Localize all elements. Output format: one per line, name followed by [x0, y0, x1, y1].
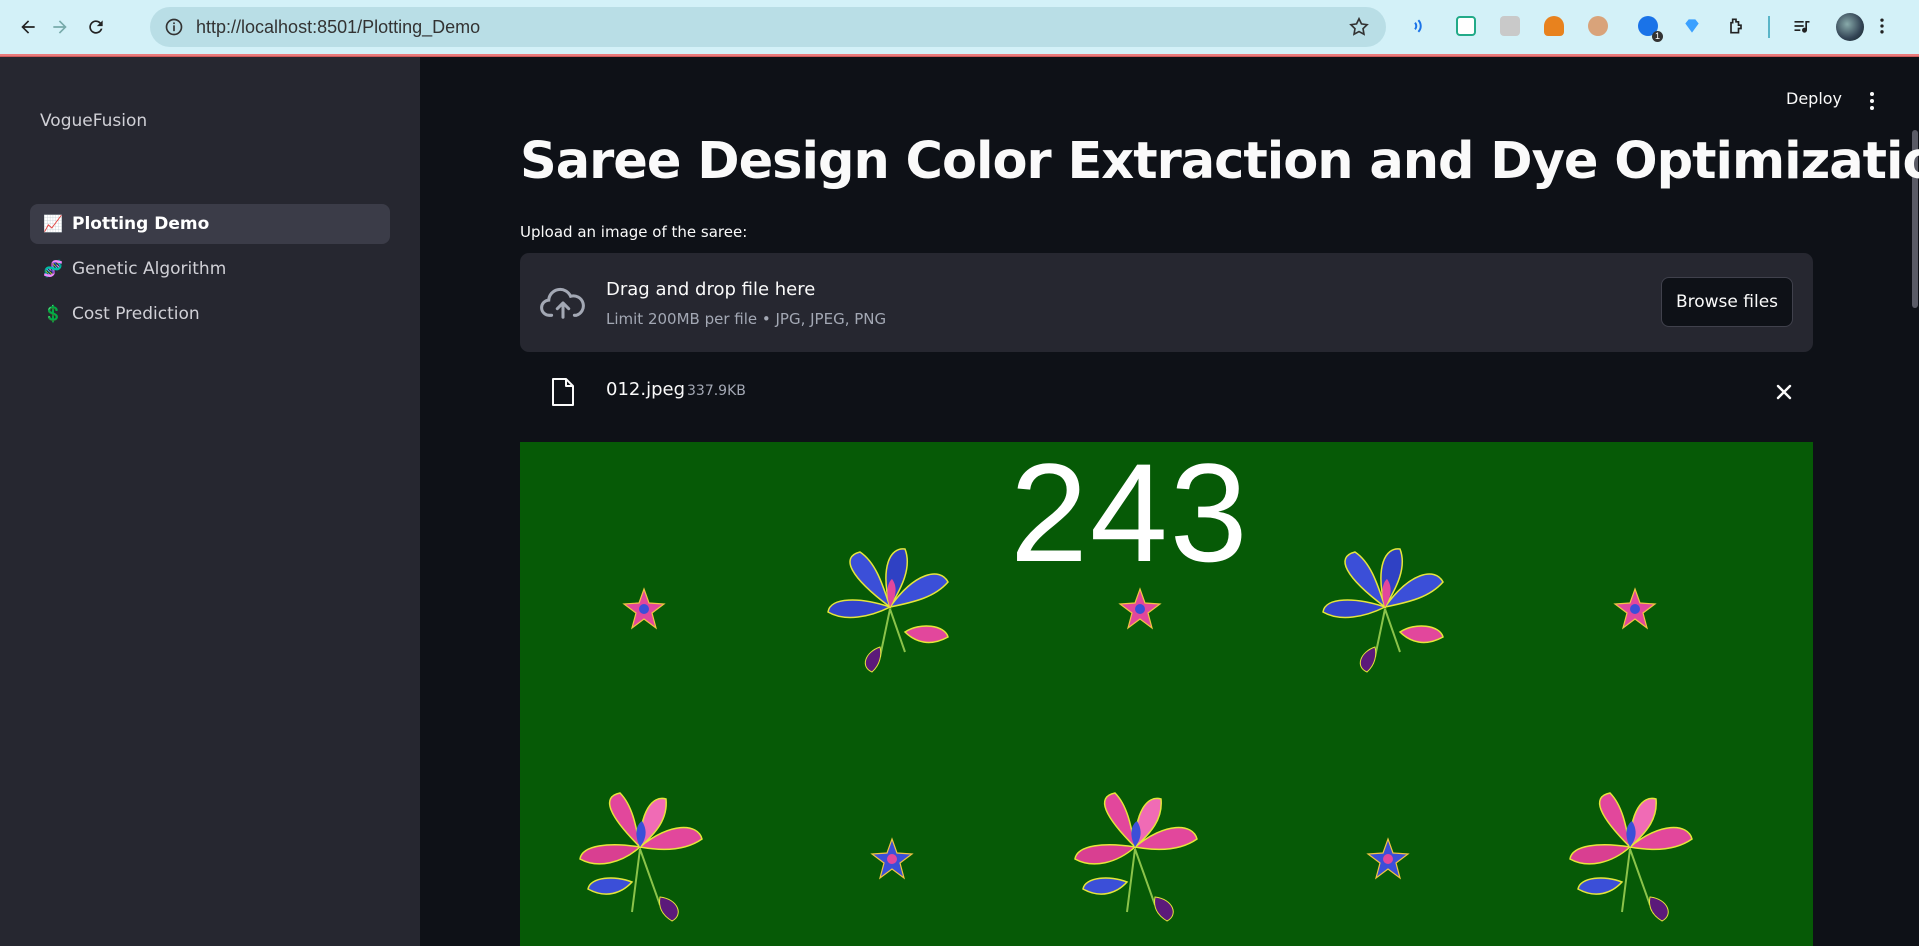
- address-bar[interactable]: http://localhost:8501/Plotting_Demo: [150, 7, 1386, 47]
- chrome-menu-icon[interactable]: [1870, 14, 1894, 38]
- mail-extension-icon[interactable]: [1454, 14, 1478, 38]
- pink-flower-motif: [1569, 792, 1693, 922]
- page-title: Saree Design Color Extraction and Dye Op…: [520, 132, 1919, 191]
- blue-flower-motif: [827, 548, 949, 673]
- reload-icon[interactable]: [82, 13, 110, 41]
- dna-icon: 🧬: [43, 261, 63, 278]
- wireless-extension-icon[interactable]: [1408, 14, 1432, 38]
- pink-star-flower: [1118, 587, 1162, 630]
- sidebar-item-plotting-demo[interactable]: 📈 Plotting Demo: [30, 204, 390, 244]
- pink-flower-motif: [1074, 792, 1198, 922]
- toolbar-divider: [1768, 16, 1770, 38]
- pink-star-flower: [1613, 587, 1657, 630]
- pink-flower-motif: [579, 792, 703, 922]
- url-text[interactable]: http://localhost:8501/Plotting_Demo: [196, 17, 480, 38]
- profile-avatar[interactable]: [1836, 13, 1864, 41]
- dropzone-limits: Limit 200MB per file • JPG, JPEG, PNG: [606, 310, 887, 328]
- pink-star-flower: [622, 587, 666, 630]
- cloud-upload-icon: [540, 283, 586, 321]
- close-icon[interactable]: [1773, 381, 1795, 403]
- chart-icon: 📈: [43, 216, 63, 233]
- face-extension-icon[interactable]: [1586, 14, 1610, 38]
- file-icon: [550, 377, 576, 407]
- extension-badge: 1: [1651, 31, 1663, 42]
- file-dropzone[interactable]: Drag and drop file here Limit 200MB per …: [520, 253, 1813, 352]
- back-icon[interactable]: [14, 13, 42, 41]
- deploy-button[interactable]: Deploy: [1786, 89, 1842, 108]
- bookmark-star-icon[interactable]: [1348, 16, 1370, 38]
- uploaded-file-row: 012.jpeg 337.9KB: [520, 370, 1813, 414]
- main-menu-icon[interactable]: [1862, 88, 1882, 114]
- browser-toolbar: http://localhost:8501/Plotting_Demo 1: [0, 0, 1919, 56]
- browse-files-button[interactable]: Browse files: [1661, 277, 1793, 327]
- media-icon[interactable]: [1790, 14, 1814, 38]
- extensions-icon[interactable]: [1724, 14, 1748, 38]
- blue-star-flower: [1366, 837, 1410, 880]
- file-name: 012.jpeg: [606, 379, 686, 400]
- saree-image: 243: [520, 442, 1813, 946]
- gem-extension-icon[interactable]: [1680, 14, 1704, 38]
- upload-label: Upload an image of the saree:: [520, 223, 748, 241]
- sidebar: [0, 57, 420, 946]
- sidebar-item-cost-prediction[interactable]: 💲 Cost Prediction: [30, 294, 390, 334]
- sidebar-item-label: Plotting Demo: [72, 214, 210, 234]
- forward-icon[interactable]: [46, 13, 74, 41]
- file-size: 337.9KB: [687, 383, 746, 399]
- sidebar-item-label: Cost Prediction: [72, 304, 200, 324]
- password-extension-icon[interactable]: 1: [1636, 14, 1663, 42]
- app-brand: VogueFusion: [40, 111, 148, 131]
- sidebar-item-label: Genetic Algorithm: [72, 259, 227, 279]
- saree-number-overlay: 243: [1010, 442, 1250, 591]
- blue-star-flower: [870, 837, 914, 880]
- blue-flower-motif: [1322, 548, 1444, 673]
- reader-extension-icon[interactable]: [1498, 14, 1522, 38]
- site-info-icon[interactable]: [164, 17, 184, 37]
- dropzone-title: Drag and drop file here: [606, 279, 816, 300]
- fox-extension-icon[interactable]: [1542, 14, 1566, 38]
- dollar-icon: 💲: [43, 306, 63, 323]
- sidebar-item-genetic-algorithm[interactable]: 🧬 Genetic Algorithm: [30, 249, 390, 289]
